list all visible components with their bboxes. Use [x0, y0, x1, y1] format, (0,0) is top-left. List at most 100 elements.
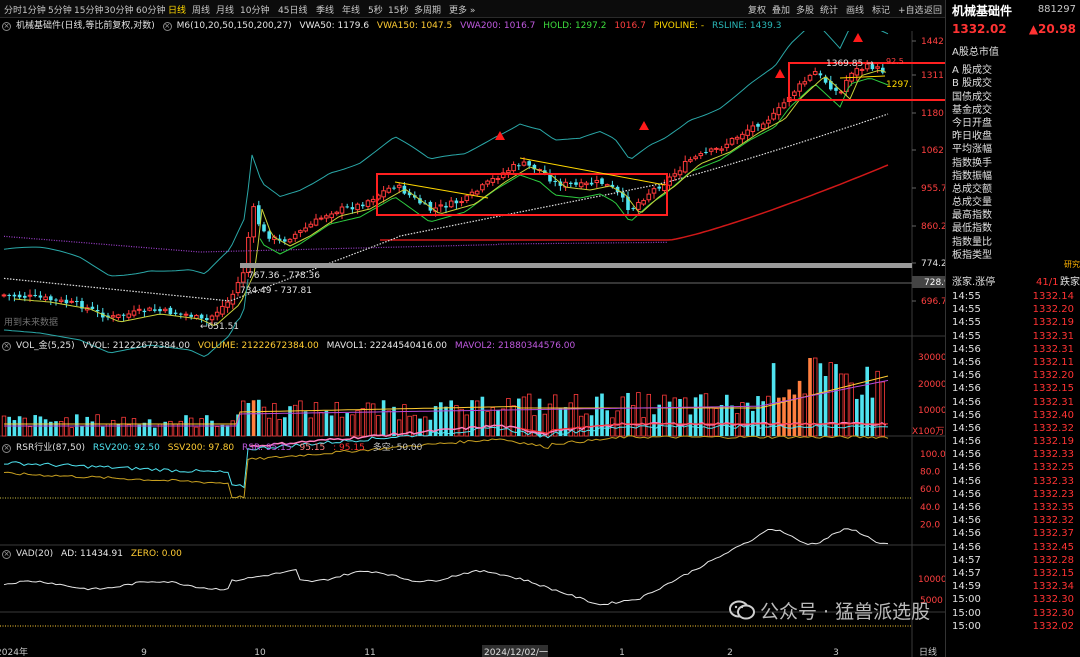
timeframe-7[interactable]: 周线 — [192, 3, 210, 16]
x-axis-label: 2024/12/02/一 — [484, 648, 548, 657]
quote-field: 指数换手 — [952, 157, 992, 169]
volume-bar — [355, 410, 360, 437]
x-axis-label: 9 — [141, 648, 147, 657]
timeframe-5[interactable]: 60分钟 — [136, 3, 165, 16]
tick-row: 14:55 1332.20 — [952, 304, 1074, 316]
tick-row: 14:57 1332.15 — [952, 567, 1074, 579]
candle-body — [802, 81, 808, 85]
tick-row: 14:56 1332.32 — [952, 515, 1074, 527]
volume-bar — [12, 420, 17, 436]
volume-bar — [334, 401, 339, 437]
volume-bar — [101, 426, 105, 436]
candle-body — [355, 203, 360, 211]
volume-bar — [693, 397, 698, 436]
toolbar-0[interactable]: 复权 — [748, 3, 766, 16]
toolbar-1[interactable]: 叠加 — [772, 3, 790, 16]
timeframe-15[interactable]: 多周期 — [414, 3, 441, 16]
candle-body — [95, 310, 100, 312]
volume-bar — [69, 427, 74, 437]
candle-body — [807, 74, 813, 81]
volume-bar — [350, 414, 355, 437]
volume-value: VOLUME: 21222672384.00 — [197, 341, 319, 351]
timeframe-8[interactable]: 月线 — [216, 3, 234, 16]
tick-row: 14:56 1332.45 — [952, 541, 1074, 553]
candle-body — [771, 112, 776, 120]
volume-bar — [199, 418, 204, 437]
candle-body — [636, 201, 641, 210]
signal-triangle — [639, 121, 649, 130]
close-icon[interactable]: × — [2, 550, 11, 559]
candle-body — [27, 294, 33, 297]
timeframe-13[interactable]: 5秒 — [368, 3, 383, 16]
volume-bar — [225, 425, 230, 436]
candle-body — [448, 200, 454, 208]
volume-bar — [449, 400, 453, 436]
price-panel[interactable]: 767.36 - 778.36 734.49 - 737.81 ←651.51 136… — [1, 31, 945, 358]
close-icon[interactable]: × — [2, 444, 11, 453]
candle-body — [183, 313, 189, 316]
timeframe-2[interactable]: 5分钟 — [48, 3, 72, 16]
hold-value-label: 1297. — [886, 80, 912, 90]
toolbar-2[interactable]: 多股 — [796, 3, 814, 16]
timeframe-12[interactable]: 年线 — [342, 3, 360, 16]
tick-row: 14:55 1332.19 — [952, 317, 1074, 329]
candle-body — [12, 294, 17, 297]
candle-body — [313, 218, 319, 226]
candle-body — [677, 170, 683, 176]
decline-label: 跌家 — [1060, 277, 1080, 288]
volume-bar — [839, 373, 844, 437]
volume-bar — [480, 396, 485, 436]
volume-bar — [703, 393, 709, 437]
candle-body — [334, 211, 340, 215]
level-tag-text: 728.9 — [924, 278, 945, 288]
candle-body — [646, 193, 652, 201]
timeframe-10[interactable]: 45日线 — [278, 3, 307, 16]
timeframe-0[interactable]: 分时 — [4, 3, 22, 16]
toolbar-5[interactable]: 标记 — [872, 3, 890, 16]
close-icon[interactable]: × — [162, 22, 172, 31]
candle-body — [58, 299, 64, 302]
candle-body — [756, 123, 760, 127]
close-icon[interactable]: × — [2, 22, 11, 31]
candle-body — [834, 87, 838, 91]
candle-body — [251, 206, 256, 238]
quote-field: 板指类型 — [952, 249, 992, 261]
volume-bar — [365, 402, 371, 437]
price-axis-label: 955.7 — [921, 184, 945, 194]
timeframe-3[interactable]: 15分钟 — [74, 3, 103, 16]
candle-body — [750, 125, 756, 133]
rsr-title: RSR行业(87,50) — [16, 443, 86, 453]
candle-body — [361, 204, 365, 207]
price-axis-label: 774.2 — [921, 259, 945, 269]
close-icon[interactable]: × — [2, 342, 11, 351]
timeframe-4[interactable]: 30分钟 — [104, 3, 133, 16]
candle-body — [517, 165, 521, 167]
timeframe-11[interactable]: 季线 — [316, 3, 334, 16]
candle-body — [33, 295, 37, 297]
toolbar-7[interactable]: 返回 — [924, 3, 942, 16]
timeframe-6[interactable]: 日线 — [168, 3, 186, 16]
price-axis-label: 860.2 — [921, 222, 945, 232]
candle-body — [724, 143, 730, 149]
timeframe-1[interactable]: 1分钟 — [22, 3, 46, 16]
timeframe-16[interactable]: 更多 » — [449, 3, 475, 16]
volume-bar — [579, 415, 584, 437]
research-tag[interactable]: 研究 — [1064, 259, 1080, 270]
candle-body — [318, 217, 324, 220]
toolbar-4[interactable]: 画线 — [846, 3, 864, 16]
candle-body — [365, 200, 371, 207]
candle-body — [469, 191, 475, 196]
toolbar-3[interactable]: 统计 — [820, 3, 838, 16]
candle-body — [719, 148, 724, 151]
timeframe-9[interactable]: 10分钟 — [240, 3, 269, 16]
volume-bar — [626, 392, 630, 436]
toolbar-6[interactable]: +自选 — [898, 3, 924, 16]
volume-bar — [298, 400, 303, 437]
candle-body — [781, 102, 787, 109]
quote-field: A 股成交 — [952, 65, 993, 77]
volume-bar — [266, 417, 272, 437]
timeframe-14[interactable]: 15秒 — [388, 3, 408, 16]
quote-field: 今日开盘 — [952, 117, 992, 129]
tick-row: 14:56 1332.25 — [952, 462, 1074, 474]
volume-bar — [439, 402, 443, 436]
